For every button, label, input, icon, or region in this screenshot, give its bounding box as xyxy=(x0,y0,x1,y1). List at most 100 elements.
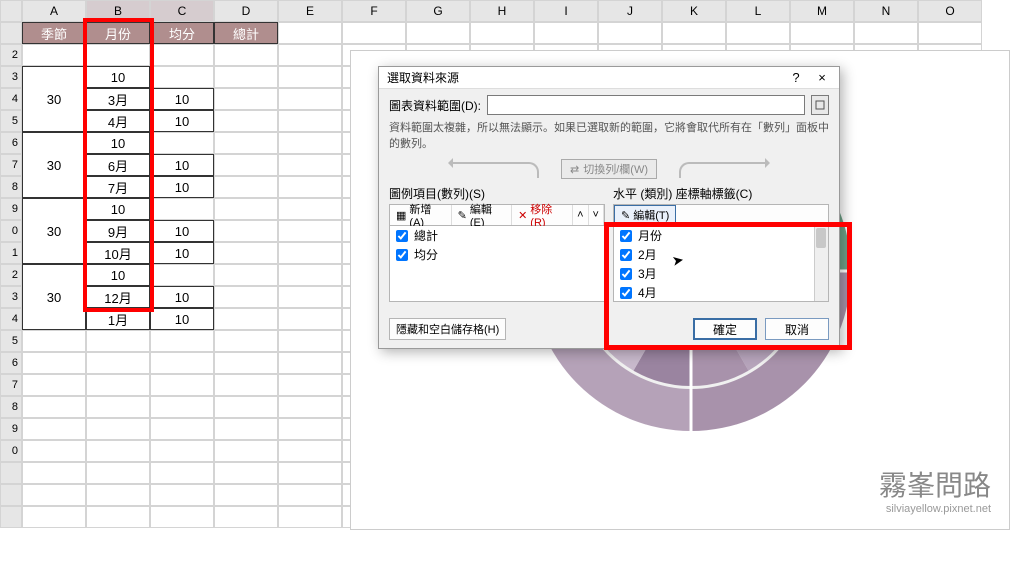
cell[interactable] xyxy=(278,506,342,528)
move-up-button[interactable]: ˄ xyxy=(573,205,588,225)
cell[interactable] xyxy=(22,484,86,506)
row-header[interactable]: 0 xyxy=(0,220,22,242)
row-header[interactable]: 6 xyxy=(0,132,22,154)
th-season[interactable]: 季節 xyxy=(22,22,86,44)
series-checkbox[interactable] xyxy=(396,230,408,242)
row-header[interactable]: 3 xyxy=(0,286,22,308)
cell[interactable] xyxy=(342,22,406,44)
month-cell[interactable]: 6月 xyxy=(86,154,150,176)
avg-cell[interactable]: 10 xyxy=(86,66,150,88)
cell[interactable] xyxy=(86,484,150,506)
cell[interactable] xyxy=(150,330,214,352)
cell[interactable] xyxy=(22,440,86,462)
month-cell[interactable]: 12月 xyxy=(86,286,150,308)
col-H[interactable]: H xyxy=(470,0,534,22)
category-checkbox[interactable] xyxy=(620,268,632,280)
month-cell[interactable]: 10月 xyxy=(86,242,150,264)
month-cell[interactable]: 4月 xyxy=(86,110,150,132)
series-listbox[interactable]: 總計 均分 xyxy=(389,226,605,302)
col-O[interactable]: O xyxy=(918,0,982,22)
cell[interactable] xyxy=(22,506,86,528)
avg-cell[interactable]: 10 xyxy=(150,242,214,264)
row-header[interactable]: 7 xyxy=(0,154,22,176)
cell[interactable] xyxy=(278,88,342,110)
cell[interactable] xyxy=(406,22,470,44)
cell[interactable] xyxy=(214,374,278,396)
edit-series-button[interactable]: ✎編輯(E) xyxy=(452,205,512,225)
row-header[interactable]: 9 xyxy=(0,418,22,440)
cell[interactable] xyxy=(662,22,726,44)
cell[interactable] xyxy=(278,242,342,264)
cell[interactable] xyxy=(278,110,342,132)
col-A[interactable]: A xyxy=(22,0,86,22)
th-total[interactable]: 總計 xyxy=(214,22,278,44)
row-header[interactable]: 8 xyxy=(0,396,22,418)
col-K[interactable]: K xyxy=(662,0,726,22)
avg-cell[interactable]: 10 xyxy=(150,308,214,330)
cell[interactable] xyxy=(86,396,150,418)
row-header[interactable] xyxy=(0,484,22,506)
select-all-corner[interactable] xyxy=(0,0,22,22)
category-checkbox[interactable] xyxy=(620,249,632,261)
cell[interactable] xyxy=(150,462,214,484)
scrollbar-thumb[interactable] xyxy=(816,228,826,248)
close-button[interactable]: × xyxy=(809,70,835,85)
cell[interactable] xyxy=(598,22,662,44)
category-checkbox[interactable] xyxy=(620,230,632,242)
hidden-blank-cells-button[interactable]: 隱藏和空白儲存格(H) xyxy=(389,318,506,340)
add-series-button[interactable]: ▦新增(A) xyxy=(390,205,452,225)
month-cell[interactable]: 3月 xyxy=(86,88,150,110)
col-N[interactable]: N xyxy=(854,0,918,22)
month-cell[interactable]: 7月 xyxy=(86,176,150,198)
dialog-titlebar[interactable]: 選取資料來源 ? × xyxy=(379,67,839,89)
cell[interactable] xyxy=(214,484,278,506)
cell[interactable] xyxy=(86,462,150,484)
cell[interactable] xyxy=(278,462,342,484)
cell[interactable] xyxy=(22,330,86,352)
cell[interactable] xyxy=(214,462,278,484)
row-header[interactable]: 9 xyxy=(0,198,22,220)
col-M[interactable]: M xyxy=(790,0,854,22)
row-header[interactable]: 2 xyxy=(0,44,22,66)
remove-series-button[interactable]: ✕移除(R) xyxy=(512,205,573,225)
month-cell[interactable]: 9月 xyxy=(86,220,150,242)
cell[interactable] xyxy=(790,22,854,44)
row-header[interactable]: 0 xyxy=(0,440,22,462)
cell[interactable] xyxy=(214,506,278,528)
avg-cell[interactable]: 10 xyxy=(150,110,214,132)
row-header[interactable]: 5 xyxy=(0,330,22,352)
cell[interactable] xyxy=(86,352,150,374)
cell[interactable] xyxy=(278,176,342,198)
categories-listbox[interactable]: 月份 2月 3月 4月 5月 xyxy=(613,226,829,302)
th-month[interactable]: 月份 xyxy=(86,22,150,44)
series-checkbox[interactable] xyxy=(396,249,408,261)
avg-cell[interactable]: 10 xyxy=(86,198,150,220)
cell[interactable] xyxy=(278,132,342,154)
row-header[interactable] xyxy=(0,462,22,484)
col-B[interactable]: B xyxy=(86,0,150,22)
cell[interactable] xyxy=(278,66,342,88)
avg-cell[interactable]: 10 xyxy=(86,264,150,286)
row-header[interactable] xyxy=(0,22,22,44)
avg-cell[interactable]: 10 xyxy=(150,88,214,110)
cell[interactable] xyxy=(278,418,342,440)
row-header[interactable]: 1 xyxy=(0,242,22,264)
cell[interactable] xyxy=(150,352,214,374)
cell[interactable] xyxy=(278,308,342,330)
cell[interactable] xyxy=(278,22,342,44)
cell[interactable] xyxy=(22,352,86,374)
cell[interactable] xyxy=(918,22,982,44)
cell[interactable] xyxy=(214,440,278,462)
cell[interactable] xyxy=(86,506,150,528)
cell[interactable] xyxy=(278,374,342,396)
avg-cell[interactable]: 10 xyxy=(86,132,150,154)
cell[interactable] xyxy=(470,22,534,44)
cell[interactable] xyxy=(22,396,86,418)
row-header[interactable]: 4 xyxy=(0,308,22,330)
cell[interactable] xyxy=(22,462,86,484)
avg-cell[interactable]: 10 xyxy=(150,286,214,308)
cell[interactable] xyxy=(150,440,214,462)
cell[interactable] xyxy=(150,374,214,396)
cell[interactable] xyxy=(22,418,86,440)
help-button[interactable]: ? xyxy=(783,70,809,85)
